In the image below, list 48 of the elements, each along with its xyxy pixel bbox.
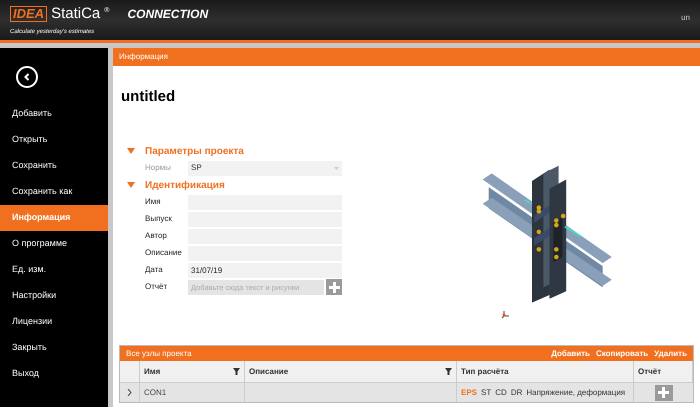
field-label: Нормы	[145, 162, 172, 174]
collapse-icon[interactable]	[127, 182, 135, 188]
logo-text: StatiCa	[51, 6, 100, 22]
field-label: Дата	[145, 264, 164, 276]
project-title: untitled	[121, 87, 176, 107]
section-bar-title: Информация	[119, 51, 168, 63]
sidebar-item[interactable]: Сохранить как	[0, 179, 108, 205]
sidebar-item[interactable]: Открыть	[0, 127, 108, 153]
sidebar-item[interactable]: О программе	[0, 231, 108, 257]
field-label: Выпуск	[145, 213, 173, 225]
group-title: Идентификация	[145, 178, 225, 192]
dropdown-icon	[334, 166, 339, 170]
sidebar-item[interactable]: Закрыть	[0, 335, 108, 361]
group-title: Параметры проекта	[145, 144, 244, 158]
module-title: CONNECTION	[127, 6, 208, 22]
analysis-name: Напряжение, деформация	[526, 386, 626, 398]
axis-icon	[501, 309, 511, 319]
sidebar-item[interactable]: Лицензии	[0, 309, 108, 335]
sidebar-item[interactable]: Настройки	[0, 283, 108, 309]
field-label: Описание	[145, 247, 183, 259]
table-cell: CON1	[140, 383, 245, 402]
field-label: Отчёт	[145, 281, 168, 293]
filter-icon[interactable]	[233, 368, 240, 375]
sidebar-item[interactable]: Сохранить	[0, 153, 108, 179]
column-header[interactable]: Тип расчёта	[457, 361, 634, 382]
plus-icon	[658, 387, 669, 398]
chevron-left-icon	[23, 73, 31, 81]
table-title: Все узлы проекта	[126, 348, 192, 360]
analysis-type-tag[interactable]: ST	[481, 386, 492, 398]
document-title: un	[681, 12, 690, 24]
add-button[interactable]	[654, 384, 672, 400]
back-button[interactable]	[16, 66, 38, 88]
input-field[interactable]: 31/07/19	[188, 262, 342, 278]
plus-icon	[328, 282, 340, 292]
sidebar-item[interactable]: Ед. изм.	[0, 257, 108, 283]
analysis-type-tag[interactable]: DR	[510, 386, 522, 398]
field-label: Автор	[145, 230, 168, 242]
analysis-type-tag[interactable]: CD	[495, 386, 507, 398]
logo-mark: IDEA	[10, 6, 48, 22]
add-button[interactable]	[326, 279, 342, 295]
filter-icon[interactable]	[445, 368, 452, 375]
column-header[interactable]: Описание	[245, 361, 457, 382]
field-label: Имя	[145, 196, 162, 208]
column-header[interactable]: Имя	[140, 361, 245, 382]
collapse-icon[interactable]	[127, 148, 135, 154]
sidebar-item[interactable]: Добавить	[0, 101, 108, 127]
column-header[interactable]: Отчёт	[634, 361, 693, 382]
sidebar-item[interactable]: Выход	[0, 361, 108, 387]
